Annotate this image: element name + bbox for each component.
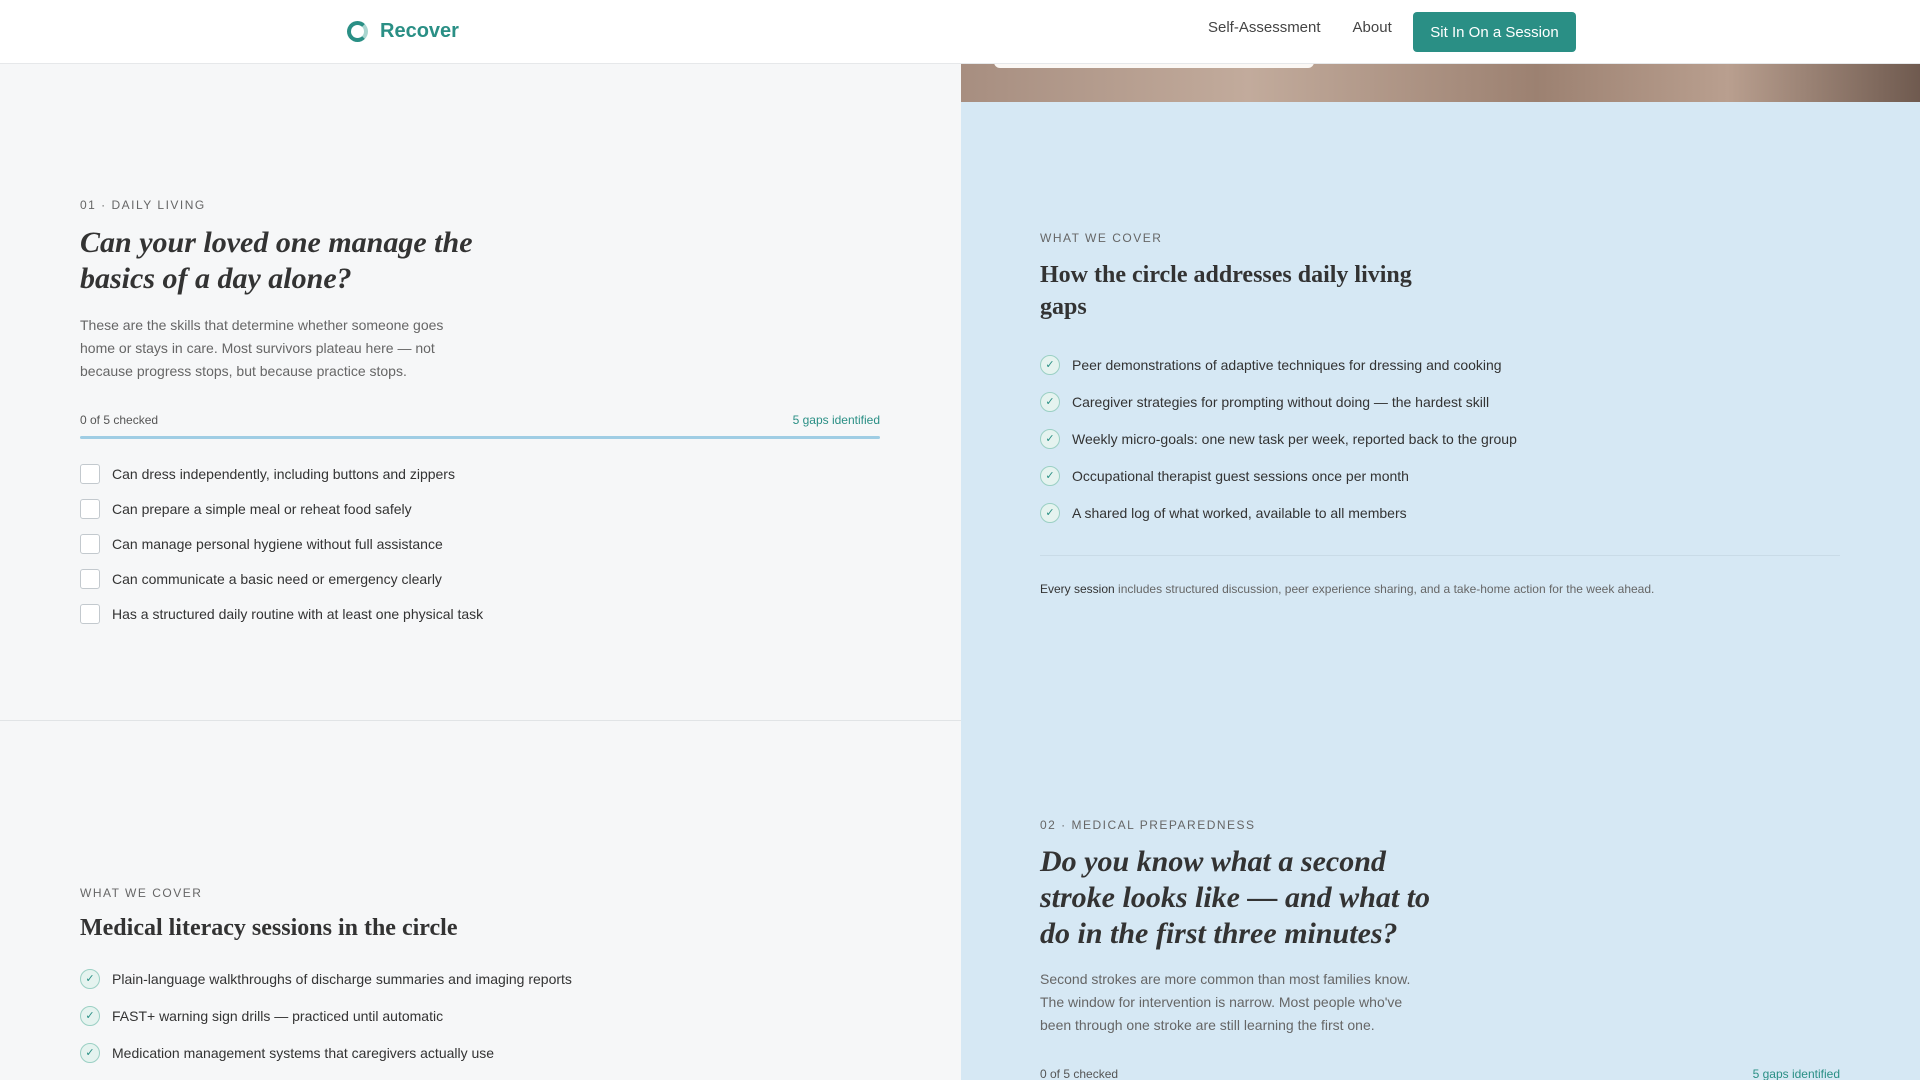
checklist-item-label: Can communicate a basic need or emergenc… xyxy=(112,570,442,587)
coverage-item-label: Occupational therapist guest sessions on… xyxy=(1072,467,1409,484)
coverage-item-label: Weekly micro-goals: one new task per wee… xyxy=(1072,430,1517,447)
brand-name: Recover xyxy=(380,20,459,42)
description-line: home or stays in care. Most survivors pl… xyxy=(80,340,435,356)
checklist-item[interactable]: Can dress independently, including butto… xyxy=(80,456,880,491)
footnote-text: includes structured discussion, peer exp… xyxy=(1114,582,1655,596)
check-icon: ✓ xyxy=(80,968,100,989)
progress-gaps-count: 5 gaps identified xyxy=(792,413,880,427)
check-icon: ✓ xyxy=(1040,391,1060,412)
description-line: been through one stroke are still learni… xyxy=(1040,1017,1375,1033)
question-line: Do you know what a second xyxy=(1040,845,1386,878)
progress-labels: 0 of 5 checked 5 gaps identified xyxy=(1040,1067,1840,1080)
question-line: stroke looks like — and what to xyxy=(1040,881,1431,914)
checklist-item[interactable]: Can communicate a basic need or emergenc… xyxy=(80,561,880,596)
checklist-item[interactable]: Can manage personal hygiene without full… xyxy=(80,526,880,561)
checkbox[interactable] xyxy=(80,498,100,519)
coverage-item: ✓ Peer demonstrations of adaptive techni… xyxy=(1040,346,1840,383)
check-icon: ✓ xyxy=(80,1042,100,1063)
check-icon: ✓ xyxy=(1040,428,1060,449)
footnote-emphasis: Every session xyxy=(1040,582,1115,596)
description-line: These are the skills that determine whet… xyxy=(80,317,444,333)
coverage-list: ✓ Peer demonstrations of adaptive techni… xyxy=(1040,346,1840,531)
coverage-list: ✓ Plain-language walkthroughs of dischar… xyxy=(80,960,880,1071)
coverage-item-label: Caregiver strategies for prompting witho… xyxy=(1072,393,1490,410)
section-question: Do you know what a second stroke looks l… xyxy=(1040,844,1840,952)
coverage-item-label: Plain-language walkthroughs of discharge… xyxy=(112,970,572,987)
coverage-item: ✓ A shared log of what worked, available… xyxy=(1040,494,1840,531)
coverage-item-label: FAST+ warning sign drills — practiced un… xyxy=(112,1007,444,1024)
coverage-item: ✓ Caregiver strategies for prompting wit… xyxy=(1040,383,1840,420)
coverage-eyebrow: WHAT WE COVER xyxy=(80,886,203,900)
coverage-title: Medical literacy sessions in the circle xyxy=(80,915,458,941)
question-line: Can your loved one manage the xyxy=(80,226,473,259)
check-icon: ✓ xyxy=(80,1005,100,1026)
checklist-item-label: Can dress independently, including butto… xyxy=(112,465,455,482)
checkbox[interactable] xyxy=(80,603,100,624)
description-line: The window for intervention is narrow. M… xyxy=(1040,994,1403,1010)
section-divider xyxy=(0,720,961,721)
section-eyebrow: 02 · MEDICAL PREPAREDNESS xyxy=(1040,818,1256,832)
section-question: Can your loved one manage the basics of … xyxy=(80,225,880,297)
description-line: Second strokes are more common than most… xyxy=(1040,971,1411,987)
coverage-item-label: Medication management systems that careg… xyxy=(112,1044,495,1061)
checkbox[interactable] xyxy=(80,463,100,484)
medical-literacy-coverage: WHAT WE COVER Medical literacy sessions … xyxy=(80,886,880,1071)
coverage-eyebrow: WHAT WE COVER xyxy=(1040,231,1163,245)
brand[interactable]: Recover xyxy=(347,20,459,43)
top-navigation-bar: Recover Self-Assessment About Sit In On … xyxy=(0,0,1920,64)
section-eyebrow: 01 · DAILY LIVING xyxy=(80,198,206,212)
question-line: basics of a day alone? xyxy=(80,262,352,295)
progress-checked-count: 0 of 5 checked xyxy=(80,413,159,427)
question-line: do in the first three minutes? xyxy=(1040,917,1398,950)
coverage-title-line: gaps xyxy=(1040,294,1087,320)
checklist-item-label: Can manage personal hygiene without full… xyxy=(112,535,443,552)
checklist-item[interactable]: Has a structured daily routine with at l… xyxy=(80,596,880,631)
check-icon: ✓ xyxy=(1040,502,1060,523)
coverage-divider xyxy=(1040,555,1840,556)
progress-checked-count: 0 of 5 checked xyxy=(1040,1067,1119,1080)
medical-preparedness-section: 02 · MEDICAL PREPAREDNESS Do you know wh… xyxy=(1040,818,1840,1080)
progress-gaps-count: 5 gaps identified xyxy=(1752,1067,1840,1080)
section-description: These are the skills that determine whet… xyxy=(80,314,880,383)
coverage-footnote: Every session includes structured discus… xyxy=(1040,582,1840,596)
recover-logo-icon xyxy=(347,21,368,42)
daily-living-coverage: WHAT WE COVER How the circle addresses d… xyxy=(1040,231,1840,596)
progress-labels: 0 of 5 checked 5 gaps identified xyxy=(80,413,880,427)
daily-living-checklist: Can dress independently, including butto… xyxy=(80,456,880,631)
main-nav: Self-Assessment About xyxy=(1208,19,1424,36)
checklist-item-label: Has a structured daily routine with at l… xyxy=(112,605,484,622)
progress-bar xyxy=(80,436,880,439)
daily-living-section: 01 · DAILY LIVING Can your loved one man… xyxy=(80,198,880,631)
coverage-item-label: A shared log of what worked, available t… xyxy=(1072,504,1407,521)
coverage-item: ✓ Plain-language walkthroughs of dischar… xyxy=(80,960,880,997)
description-line: because progress stops, but because prac… xyxy=(80,363,407,379)
checkbox[interactable] xyxy=(80,568,100,589)
check-icon: ✓ xyxy=(1040,465,1060,486)
nav-link-about[interactable]: About xyxy=(1353,19,1392,36)
coverage-item-label: Peer demonstrations of adaptive techniqu… xyxy=(1072,356,1502,373)
check-icon: ✓ xyxy=(1040,354,1060,375)
coverage-item: ✓ Medication management systems that car… xyxy=(80,1034,880,1071)
coverage-title-line: How the circle addresses daily living xyxy=(1040,262,1412,288)
nav-link-self-assessment[interactable]: Self-Assessment xyxy=(1208,19,1321,36)
section-description: Second strokes are more common than most… xyxy=(1040,968,1840,1037)
coverage-item: ✓ FAST+ warning sign drills — practiced … xyxy=(80,997,880,1034)
checkbox[interactable] xyxy=(80,533,100,554)
checklist-item[interactable]: Can prepare a simple meal or reheat food… xyxy=(80,491,880,526)
coverage-item: ✓ Occupational therapist guest sessions … xyxy=(1040,457,1840,494)
coverage-title: How the circle addresses daily living ga… xyxy=(1040,259,1840,323)
sit-in-session-button[interactable]: Sit In On a Session xyxy=(1413,12,1576,52)
progress-block: 0 of 5 checked 5 gaps identified xyxy=(80,413,880,439)
coverage-item: ✓ Weekly micro-goals: one new task per w… xyxy=(1040,420,1840,457)
checklist-item-label: Can prepare a simple meal or reheat food… xyxy=(112,500,412,517)
